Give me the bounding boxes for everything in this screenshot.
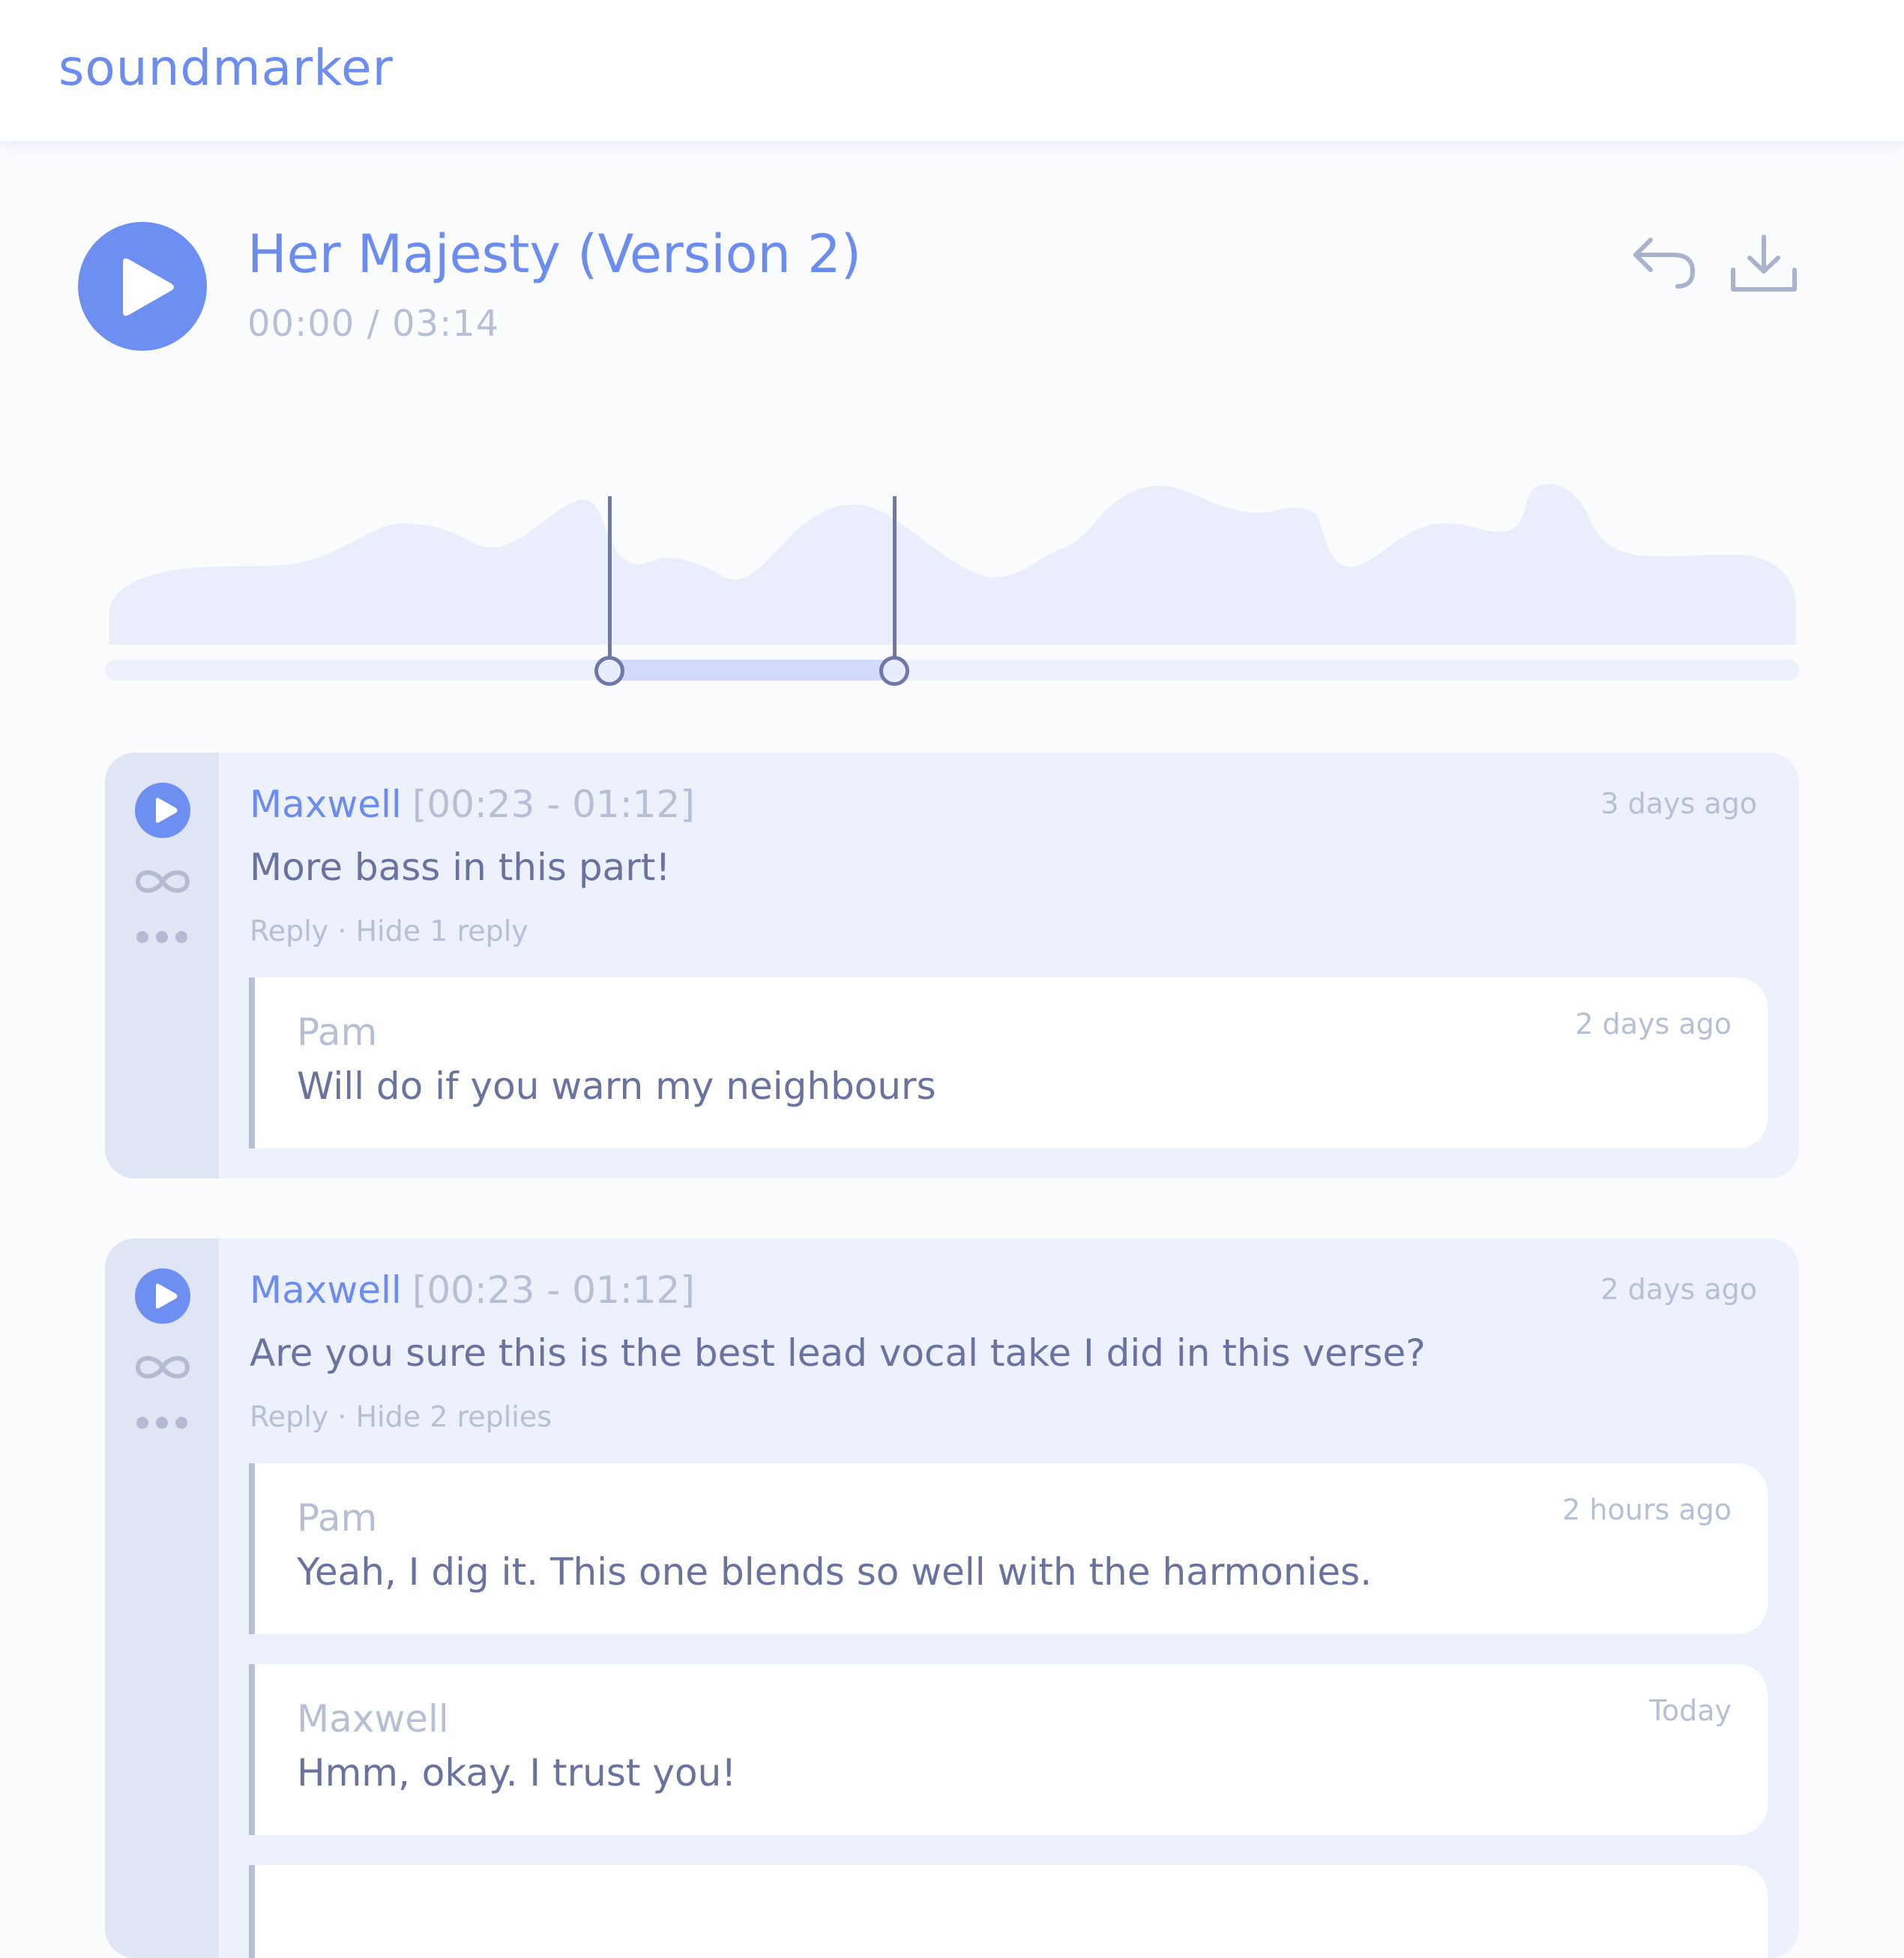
download-icon[interactable] — [1729, 234, 1799, 297]
comment-text: Are you sure this is the best lead vocal… — [250, 1331, 1426, 1375]
comment-play-button[interactable] — [135, 1268, 190, 1324]
comment-actions[interactable]: Reply · Hide 1 reply — [250, 915, 528, 948]
comment-card: Maxwell [00:23 - 01:12] 3 days ago More b… — [105, 753, 1799, 1178]
more-icon[interactable] — [136, 1417, 195, 1432]
waveform[interactable] — [105, 472, 1799, 652]
play-icon — [156, 798, 178, 823]
app-logo[interactable]: soundmarker — [58, 39, 394, 97]
reply-text: Yeah, I dig it. This one blends so well … — [297, 1550, 1373, 1594]
comment-timestamp: 2 days ago — [1600, 1273, 1757, 1306]
play-icon — [123, 258, 174, 316]
track-title: Her Majesty (Version 2) — [247, 223, 861, 285]
range-end-handle[interactable] — [879, 656, 909, 686]
app-header: soundmarker — [0, 0, 1904, 141]
more-icon[interactable] — [136, 931, 195, 946]
comment-author-name[interactable]: Maxwell — [250, 783, 402, 826]
selection-range — [609, 660, 894, 681]
comment-text: More bass in this part! — [250, 846, 671, 889]
comment-actions[interactable]: Reply · Hide 2 replies — [250, 1400, 552, 1433]
comment-card: Maxwell [00:23 - 01:12] 2 days ago Are yo… — [105, 1238, 1799, 1958]
reply-author: Pam — [297, 1010, 378, 1054]
reply-icon[interactable] — [1631, 232, 1699, 295]
range-start-handle[interactable] — [594, 656, 624, 686]
comment-range[interactable]: [00:23 - 01:12] — [412, 783, 695, 826]
reply-item — [249, 1865, 1768, 1958]
reply-author: Pam — [297, 1496, 378, 1540]
reply-text: Will do if you warn my neighbours — [297, 1064, 936, 1108]
track-time: 00:00 / 03:14 — [247, 303, 500, 345]
play-icon — [156, 1283, 178, 1309]
comment-play-button[interactable] — [135, 783, 190, 838]
reply-text: Hmm, okay. I trust you! — [297, 1751, 737, 1795]
progress-track[interactable] — [105, 660, 1799, 681]
range-start-marker[interactable] — [608, 496, 612, 669]
comment-sidebar — [105, 753, 219, 1178]
play-button[interactable] — [78, 222, 207, 351]
comment-timestamp: 3 days ago — [1600, 787, 1757, 820]
loop-icon[interactable] — [133, 865, 192, 901]
reply-timestamp: Today — [1649, 1694, 1732, 1727]
comment-range[interactable]: [00:23 - 01:12] — [412, 1268, 695, 1312]
reply-item: Pam 2 hours ago Yeah, I dig it. This one… — [249, 1463, 1768, 1634]
loop-icon[interactable] — [133, 1351, 192, 1387]
reply-timestamp: 2 days ago — [1575, 1007, 1732, 1040]
comment-author: Maxwell [00:23 - 01:12] — [250, 1268, 695, 1312]
comment-sidebar — [105, 1238, 219, 1958]
reply-timestamp: 2 hours ago — [1562, 1493, 1732, 1526]
reply-author: Maxwell — [297, 1697, 449, 1741]
reply-item: Pam 2 days ago Will do if you warn my ne… — [249, 978, 1768, 1148]
comment-author: Maxwell [00:23 - 01:12] — [250, 783, 695, 826]
comment-author-name[interactable]: Maxwell — [250, 1268, 402, 1312]
range-end-marker[interactable] — [893, 496, 897, 669]
reply-item: Maxwell Today Hmm, okay. I trust you! — [249, 1664, 1768, 1835]
